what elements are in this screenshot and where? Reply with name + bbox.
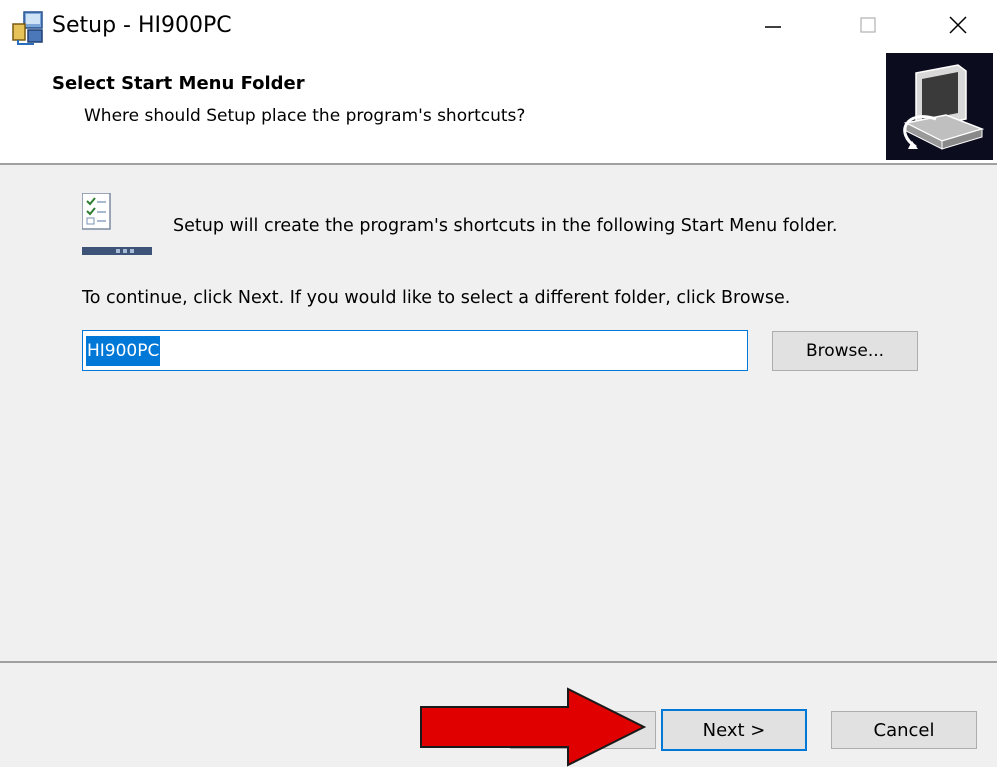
red-arrow-icon (418, 686, 648, 768)
intro-text: Setup will create the program's shortcut… (173, 216, 838, 236)
maximize-button (836, 0, 900, 50)
computer-install-icon (886, 53, 993, 160)
minimize-icon (765, 26, 781, 28)
page-title: Select Start Menu Folder (52, 73, 305, 94)
browse-button[interactable]: Browse... (772, 331, 918, 371)
instructions-text: To continue, click Next. If you would li… (82, 288, 791, 308)
maximize-icon (860, 17, 876, 33)
start-menu-folder-icon (81, 192, 152, 257)
page-subtitle: Where should Setup place the program's s… (84, 106, 526, 126)
close-button[interactable] (926, 0, 990, 50)
next-button[interactable]: Next > (661, 709, 807, 751)
setup-installer-icon (10, 10, 46, 46)
close-icon (949, 16, 967, 34)
cancel-button[interactable]: Cancel (831, 711, 977, 749)
window-title: Setup - HI900PC (52, 13, 232, 38)
start-menu-folder-input[interactable]: HI900PC (82, 330, 748, 371)
minimize-button[interactable] (741, 0, 805, 50)
folder-input-value: HI900PC (86, 335, 161, 366)
